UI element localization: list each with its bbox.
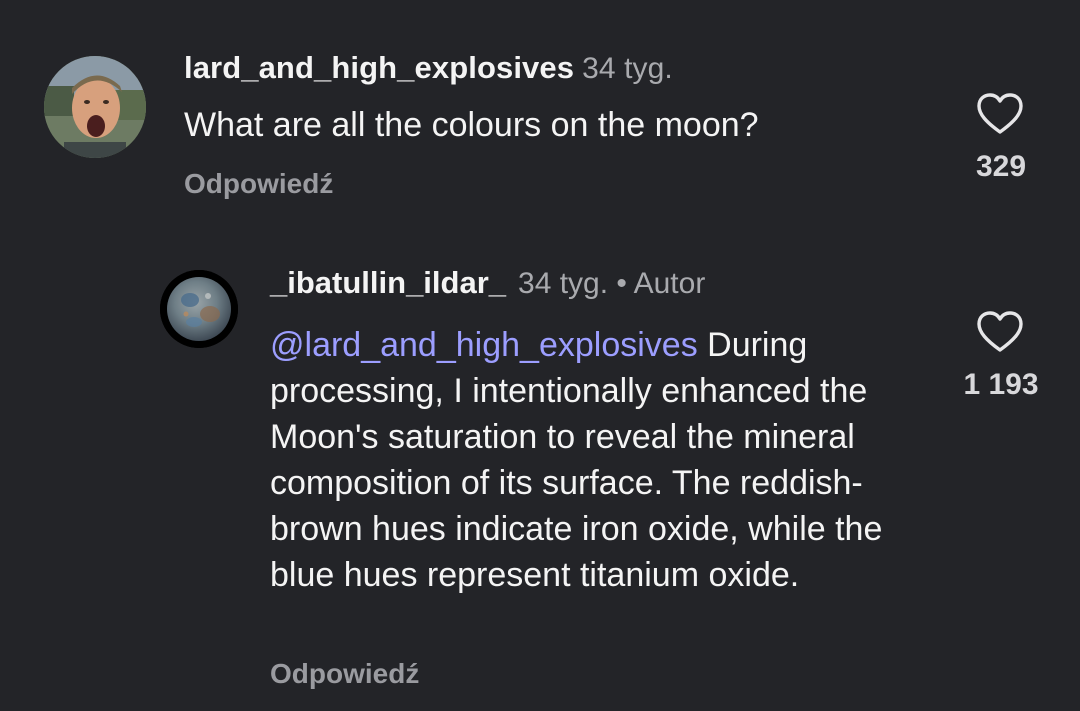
comment-text: What are all the colours on the moon?	[184, 106, 759, 144]
heart-outline-icon[interactable]	[976, 92, 1024, 136]
like-count: 1 193	[963, 368, 1039, 401]
avatar[interactable]	[44, 56, 146, 158]
comment-header: lard_and_high_explosives 34 tyg.	[184, 50, 673, 86]
reply-button[interactable]: Odpowiedź	[270, 658, 419, 690]
comment-body: During processing, I intentionally enhan…	[270, 326, 883, 594]
like-count: 329	[975, 150, 1027, 183]
avatar[interactable]	[160, 270, 238, 348]
username[interactable]: lard_and_high_explosives	[184, 50, 574, 85]
author-badge: Autor	[633, 267, 706, 300]
avatar-photo	[44, 56, 146, 158]
comment-text: @lard_and_high_explosives During process…	[270, 322, 930, 598]
timestamp: 34 tyg.	[582, 52, 673, 85]
avatar-moon-image	[160, 270, 238, 348]
mention-link[interactable]: @lard_and_high_explosives	[270, 326, 698, 364]
separator: •	[608, 267, 634, 300]
heart-outline-icon[interactable]	[976, 310, 1024, 354]
reply-button[interactable]: Odpowiedź	[184, 168, 333, 200]
username[interactable]: _ibatullin_ildar_	[270, 265, 506, 300]
timestamp: 34 tyg.	[518, 267, 609, 300]
comments-thread: lard_and_high_explosives 34 tyg. What are…	[0, 0, 1080, 711]
comment-header: _ibatullin_ildar_ 34 tyg. • Autor	[270, 265, 705, 301]
